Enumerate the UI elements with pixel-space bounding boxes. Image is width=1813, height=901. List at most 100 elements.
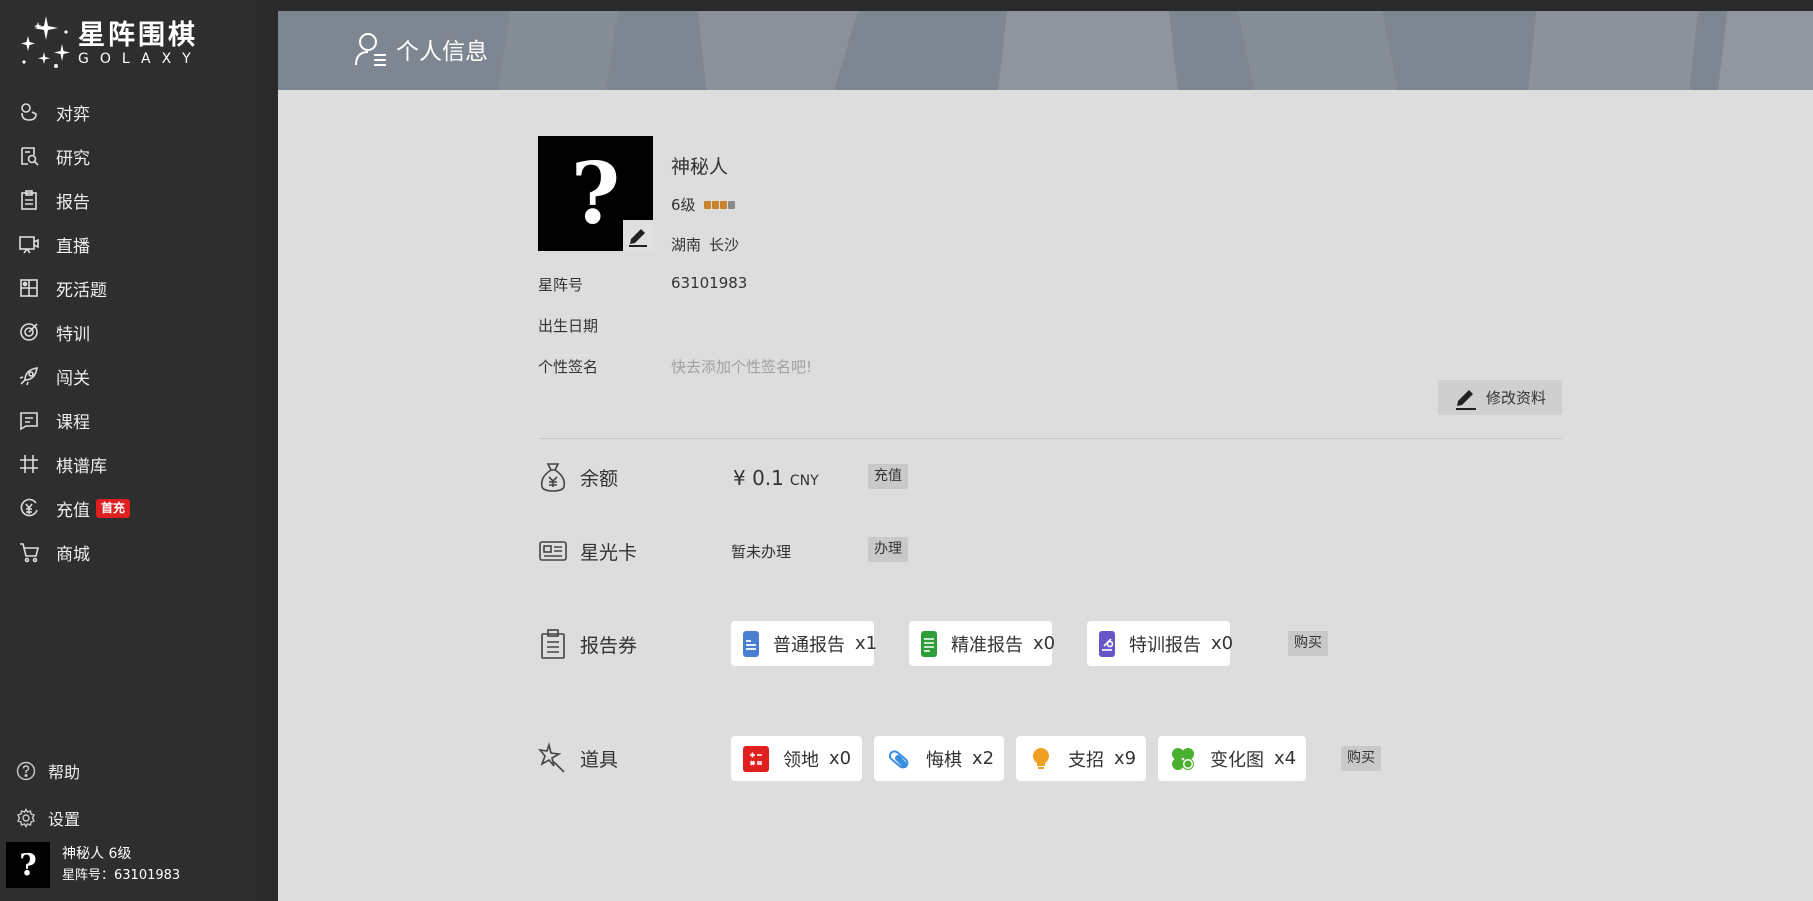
- edit-profile-button[interactable]: 修改资料: [1438, 380, 1562, 415]
- prop-name: 支招: [1068, 749, 1104, 771]
- sidebar-item-play[interactable]: 对弈: [0, 90, 256, 134]
- level-progress-bar: [703, 200, 735, 209]
- city: 长沙: [709, 236, 740, 254]
- balance-amount: ¥ 0.1 CNY: [733, 466, 819, 490]
- normal-report-icon: [743, 630, 759, 657]
- sidebar-item-label: 直播: [56, 236, 90, 257]
- gear-icon: [17, 808, 35, 828]
- pill-icon: [886, 746, 912, 772]
- buy-props-button[interactable]: 购买: [1341, 746, 1381, 771]
- help-icon: [16, 761, 36, 781]
- id-field: 星阵号 63101983: [538, 274, 747, 295]
- sidebar-user-name: 神秘人 6级: [62, 846, 132, 862]
- avatar: ?: [6, 842, 50, 888]
- avatar-edit-button[interactable]: [623, 220, 653, 251]
- lightbulb-icon: [1028, 746, 1054, 772]
- settings-link[interactable]: 设置: [16, 806, 80, 830]
- money-bag-icon: [540, 463, 566, 492]
- sidebar-item-label: 课程: [56, 412, 90, 433]
- top-strip: [256, 0, 1813, 11]
- prop-count: x4: [1274, 748, 1297, 769]
- coupon-count: x0: [1211, 633, 1234, 654]
- sidebar-item-research[interactable]: 研究: [0, 134, 256, 178]
- grid-icon: [20, 455, 38, 473]
- sidebar-item-label: 商城: [56, 544, 90, 565]
- buy-coupons-button[interactable]: 购买: [1288, 631, 1328, 656]
- coupon-training-report[interactable]: 特训报告 x0: [1087, 621, 1234, 666]
- birth-label: 出生日期: [538, 317, 599, 335]
- profile-name: 神秘人: [671, 156, 729, 178]
- sidebar-item-game-library[interactable]: 棋谱库: [0, 442, 256, 486]
- star-card-label: 星光卡: [580, 541, 638, 564]
- help-label: 帮助: [48, 763, 81, 782]
- pencil-icon: [1455, 389, 1476, 410]
- balance-currency: CNY: [789, 473, 819, 489]
- coupon-precise-report[interactable]: 精准报告 x0: [909, 621, 1056, 666]
- settings-label: 设置: [48, 810, 81, 829]
- balance-label: 余额: [580, 467, 619, 490]
- course-icon: [20, 412, 38, 431]
- hand-stone-icon: [21, 103, 37, 121]
- prop-variation[interactable]: 变化图 x4: [1158, 736, 1306, 781]
- profile-location: 湖南 长沙: [671, 234, 739, 255]
- sidebar-item-label: 特训: [56, 324, 90, 345]
- coupon-name: 特训报告: [1129, 634, 1201, 656]
- recharge-button[interactable]: 充值: [868, 464, 908, 489]
- clipboard-icon: [21, 190, 37, 210]
- signature-placeholder[interactable]: 快去添加个性签名吧!: [671, 356, 812, 377]
- brand-logo[interactable]: 星阵围棋 GOLAXY: [16, 14, 206, 74]
- props-row-title: 道具: [538, 742, 618, 774]
- profile-level: 6级: [671, 194, 735, 215]
- clipboard-icon: [541, 629, 565, 659]
- pencil-icon: [629, 228, 647, 247]
- sidebar-item-shop[interactable]: 商城: [0, 530, 256, 574]
- sidebar-item-live[interactable]: 直播: [0, 222, 256, 266]
- precise-report-icon: [921, 630, 937, 657]
- rocket-icon: [19, 367, 38, 386]
- cart-icon: [20, 543, 40, 563]
- star-cluster-icon: [21, 16, 70, 68]
- sidebar-item-label: 报告: [56, 192, 90, 213]
- sidebar-user[interactable]: ? 神秘人 6级 星阵号：63101983: [6, 842, 180, 888]
- prop-hint[interactable]: 支招 x9: [1016, 736, 1146, 781]
- report-coupons-row-title: 报告券: [538, 628, 637, 660]
- sidebar-gap: [256, 0, 278, 901]
- sidebar-item-training[interactable]: 特训: [0, 310, 256, 354]
- star-card-status: 暂未办理: [731, 543, 792, 561]
- prop-undo[interactable]: 悔棋 x2: [874, 736, 1004, 781]
- birth-field: 出生日期: [538, 315, 598, 336]
- signature-field: 个性签名 快去添加个性签名吧!: [538, 356, 812, 377]
- sidebar-item-tsumego[interactable]: 死活题: [0, 266, 256, 310]
- prop-territory[interactable]: 领地 x0: [731, 736, 862, 781]
- help-link[interactable]: 帮助: [16, 759, 80, 783]
- prop-count: x9: [1114, 748, 1137, 769]
- id-value: 63101983: [671, 274, 748, 292]
- balance-value: ¥ 0.1: [733, 466, 784, 490]
- main-content: 个人信息 ? 神秘人 6级 湖南 长沙 星阵号 63101983 出生日期 个性签…: [278, 11, 1813, 901]
- signature-label: 个性签名: [538, 358, 599, 376]
- apply-card-button[interactable]: 办理: [868, 537, 908, 562]
- coupon-count: x1: [855, 633, 878, 654]
- search-doc-icon: [21, 147, 39, 166]
- id-label: 星阵号: [538, 276, 584, 294]
- coupon-normal-report[interactable]: 普通报告 x1: [731, 621, 878, 666]
- sidebar-item-courses[interactable]: 课程: [0, 398, 256, 442]
- coupon-count: x0: [1033, 633, 1056, 654]
- id-card-icon: [539, 541, 567, 561]
- province: 湖南: [671, 236, 702, 254]
- level-label: 6级: [671, 196, 696, 214]
- prop-name: 变化图: [1210, 749, 1264, 771]
- prop-count: x2: [972, 748, 995, 769]
- sidebar-item-recharge[interactable]: 充值 首充: [0, 486, 256, 530]
- magic-wand-icon: [538, 742, 565, 773]
- balance-row-title: 余额: [538, 461, 618, 493]
- sidebar-item-label: 对弈: [56, 104, 90, 125]
- coupon-name: 普通报告: [773, 634, 845, 656]
- yuan-coin-icon: [20, 498, 38, 517]
- variation-icon: [1170, 746, 1196, 772]
- brand-name: 星阵围棋: [78, 20, 198, 51]
- sidebar-item-challenge[interactable]: 闯关: [0, 354, 256, 398]
- sidebar-item-report[interactable]: 报告: [0, 178, 256, 222]
- sidebar-item-label: 棋谱库: [56, 456, 107, 477]
- training-report-icon: [1099, 630, 1115, 657]
